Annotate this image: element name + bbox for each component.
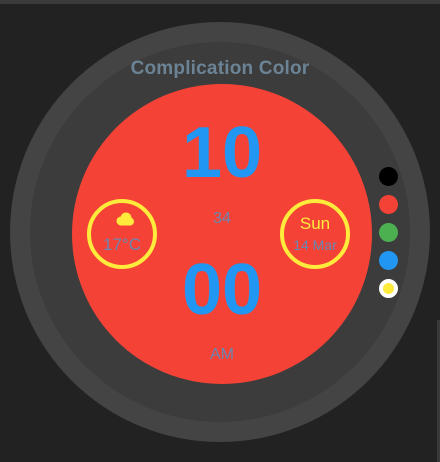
- hour-display: 10: [181, 113, 263, 193]
- weather-complication[interactable]: 17°C: [87, 199, 157, 269]
- date-complication[interactable]: Sun 14 Mar: [280, 199, 350, 269]
- color-swatch-black[interactable]: [379, 167, 398, 186]
- cloud-icon: [116, 212, 134, 226]
- top-edge-strip: [0, 0, 440, 4]
- date-label: 14 Mar: [293, 237, 337, 253]
- screen-title: Complication Color: [130, 58, 310, 79]
- color-swatch-red[interactable]: [379, 195, 398, 214]
- day-of-week: Sun: [299, 214, 331, 233]
- color-swatch-yellow[interactable]: [379, 279, 398, 298]
- ampm-display: AM: [210, 346, 234, 363]
- color-swatch-blue[interactable]: [379, 251, 398, 270]
- weather-temperature: 17°C: [103, 235, 141, 254]
- color-swatch-green[interactable]: [379, 223, 398, 242]
